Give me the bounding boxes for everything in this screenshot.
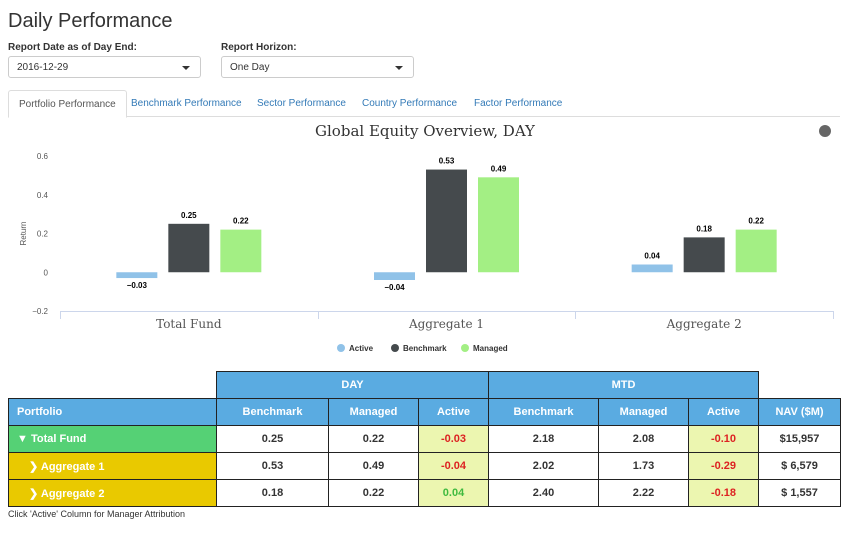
col-header-mtd-benchmark: Benchmark [488,398,599,426]
y-tick-label: 0.4 [37,191,49,200]
report-horizon-label: Report Horizon: [221,42,297,53]
cell-day-active[interactable]: 0.04 [418,479,489,507]
group-header-blank [9,372,217,399]
col-header-mtd-active: Active [688,398,759,426]
row-toggle-total-fund[interactable]: ▼ Total Fund [8,425,217,453]
report-horizon-value: One Day [230,62,270,73]
legend-marker [391,344,399,352]
chevron-right-icon: ❯ [29,487,39,500]
chart-container: Global Equity Overview, DAY 0.6 0.4 0.2 0 −0… [0,118,850,368]
bar [426,169,467,273]
cell-mtd-benchmark: 2.40 [488,479,599,507]
cell-day-benchmark: 0.25 [216,425,329,453]
tab-portfolio-performance[interactable]: Portfolio Performance [8,90,127,118]
row-toggle-aggregate-1[interactable]: ❯ Aggregate 1 [8,452,217,480]
y-tick-label: 0 [44,268,49,277]
cell-mtd-managed: 2.22 [598,479,689,507]
report-date-value: 2016-12-29 [17,62,69,73]
bar [220,229,262,273]
legend-item-benchmark: Benchmark [403,344,447,353]
data-label: 0.22 [748,217,764,226]
cell-day-active[interactable]: -0.03 [418,425,489,453]
cell-day-managed: 0.22 [328,425,419,453]
chevron-down-icon: ▼ [17,433,28,445]
data-label: 0.18 [696,224,712,233]
footnote: Click 'Active' Column for Manager Attrib… [8,509,186,519]
y-tick-label: 0.2 [37,230,49,239]
col-header-day-benchmark: Benchmark [216,398,329,426]
group-header-row: DAY MTD [9,371,841,399]
row-toggle-aggregate-2[interactable]: ❯ Aggregate 2 [8,479,217,507]
y-axis-title: Return [19,221,28,245]
bar [631,264,673,273]
data-label: −0.04 [384,283,405,292]
tab-factor-performance[interactable]: Factor Performance [464,90,572,117]
table-row: ❯ Aggregate 2 0.18 0.22 0.04 2.40 2.22 -… [8,479,841,507]
cell-day-managed: 0.22 [328,479,419,507]
tab-country-performance[interactable]: Country Performance [352,90,467,117]
group-header-mtd: MTD [488,371,759,399]
col-header-nav: NAV ($M) [758,398,841,426]
bar [374,272,415,280]
group-header-day: DAY [216,371,489,399]
page-title: Daily Performance [8,10,173,32]
col-header-day-active: Active [418,398,489,426]
group-header-blank [759,372,841,399]
tab-bar: Portfolio Performance Benchmark Performa… [8,90,840,118]
cell-day-active[interactable]: -0.04 [418,452,489,480]
data-label: 0.49 [491,164,507,173]
data-label: 0.25 [181,211,197,220]
legend-item-managed: Managed [473,344,508,353]
cell-nav: $15,957 [758,425,841,453]
bar [116,272,158,279]
report-date-select[interactable]: 2016-12-29 [8,56,201,78]
cell-mtd-benchmark: 2.02 [488,452,599,480]
chevron-down-icon [182,66,190,70]
x-tick-label: Total Fund [156,317,222,331]
legend-marker [337,344,345,352]
y-tick-label: 0.6 [37,152,49,161]
y-tick-label: −0.2 [32,307,48,316]
cell-nav: $ 6,579 [758,452,841,480]
cell-mtd-active[interactable]: -0.18 [688,479,759,507]
cell-day-benchmark: 0.53 [216,452,329,480]
chevron-right-icon: ❯ [29,460,39,473]
column-header-row: Portfolio Benchmark Managed Active Bench… [8,398,841,426]
performance-table: DAY MTD Portfolio Benchmark Managed Acti… [8,371,841,507]
col-header-mtd-managed: Managed [598,398,689,426]
report-horizon-select[interactable]: One Day [221,56,414,78]
cell-day-benchmark: 0.18 [216,479,329,507]
col-header-portfolio: Portfolio [8,398,217,426]
bar [478,177,519,273]
cell-day-managed: 0.49 [328,452,419,480]
table-row: ▼ Total Fund 0.25 0.22 -0.03 2.18 2.08 -… [8,425,841,453]
data-label: −0.03 [127,281,148,290]
legend-marker [461,344,469,352]
tab-sector-performance[interactable]: Sector Performance [247,90,356,117]
x-tick-label: Aggregate 2 [666,317,742,331]
bar [683,237,725,273]
cell-mtd-benchmark: 2.18 [488,425,599,453]
legend-item-active: Active [349,344,374,353]
row-name: Aggregate 2 [40,487,105,500]
bar-chart: 0.6 0.4 0.2 0 −0.2 Return −0.03 0.25 0.22 Total F… [19,152,834,353]
col-header-day-managed: Managed [328,398,419,426]
cell-mtd-active[interactable]: -0.10 [688,425,759,453]
x-tick-label: Aggregate 1 [408,317,484,331]
cell-nav: $ 1,557 [758,479,841,507]
cell-mtd-managed: 2.08 [598,425,689,453]
row-name: Total Fund [30,433,87,445]
table-row: ❯ Aggregate 1 0.53 0.49 -0.04 2.02 1.73 … [8,452,841,480]
data-label: 0.04 [644,252,660,261]
data-label: 0.53 [439,157,455,166]
data-label: 0.22 [233,217,249,226]
tab-benchmark-performance[interactable]: Benchmark Performance [121,90,252,117]
report-date-label: Report Date as of Day End: [8,42,137,53]
bar [735,229,777,273]
row-name: Aggregate 1 [40,460,105,473]
cell-mtd-active[interactable]: -0.29 [688,452,759,480]
cell-mtd-managed: 1.73 [598,452,689,480]
bar [168,223,210,273]
chevron-down-icon [395,66,403,70]
